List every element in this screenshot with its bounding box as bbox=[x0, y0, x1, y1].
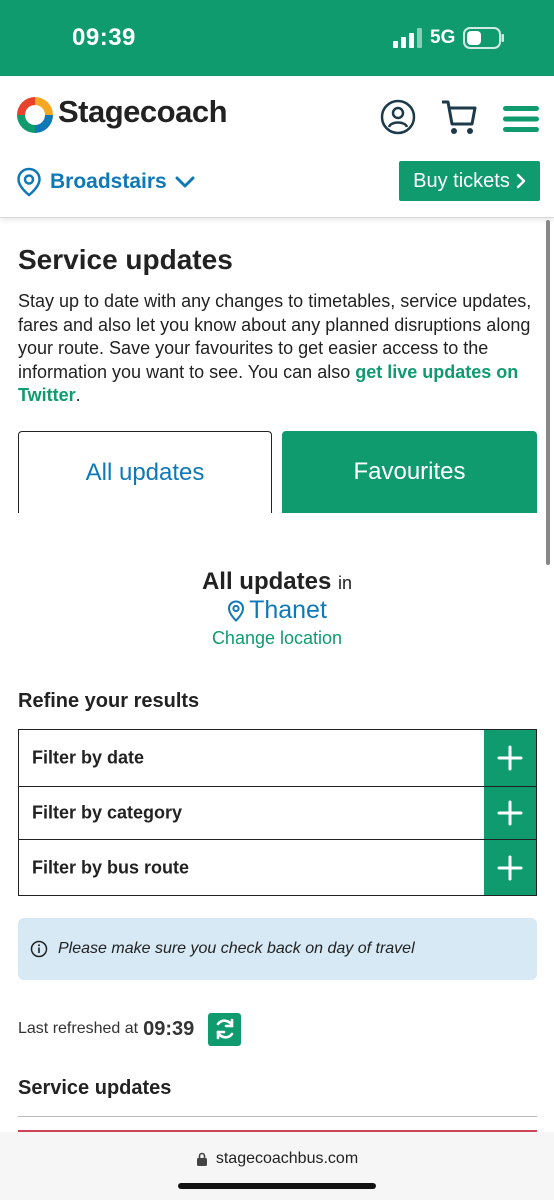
all-updates-heading: All updates in bbox=[0, 568, 554, 596]
intro-text: Stay up to date with any changes to time… bbox=[18, 290, 538, 408]
buy-tickets-label: Buy tickets bbox=[413, 169, 510, 192]
filter-label: Filter by date bbox=[32, 747, 145, 768]
in-label: in bbox=[338, 573, 353, 593]
refresh-icon bbox=[216, 1018, 234, 1040]
info-icon bbox=[30, 940, 48, 958]
notice-text: Please make sure you check back on day o… bbox=[58, 940, 415, 957]
location-selector[interactable]: Broadstairs bbox=[16, 166, 195, 198]
tab-all-updates[interactable]: All updates bbox=[18, 431, 272, 513]
place-name: Thanet bbox=[249, 596, 327, 624]
chevron-down-icon bbox=[175, 176, 195, 188]
url-text: stagecoachbus.com bbox=[215, 1150, 359, 1167]
chevron-right-icon bbox=[516, 173, 526, 189]
section-divider bbox=[18, 1116, 537, 1117]
all-updates-label: All updates bbox=[201, 568, 332, 595]
filter-by-bus-route[interactable]: Filter by bus route bbox=[18, 839, 537, 896]
service-updates-heading: Service updates bbox=[18, 1077, 172, 1099]
menu-icon[interactable] bbox=[503, 106, 539, 132]
current-place: Thanet bbox=[0, 596, 554, 625]
filter-by-date[interactable]: Filter by date bbox=[18, 729, 537, 786]
last-refreshed-time: 09:39 bbox=[143, 1017, 195, 1040]
change-location-link[interactable]: Change location bbox=[0, 628, 554, 649]
site-header: Stagecoach Broadstairs Buy tickets bbox=[0, 76, 554, 218]
filter-by-category[interactable]: Filter by category bbox=[18, 786, 537, 839]
tab-favourites[interactable]: Favourites bbox=[282, 431, 537, 513]
travel-notice: Please make sure you check back on day o… bbox=[18, 918, 537, 980]
brand-name[interactable]: Stagecoach bbox=[58, 94, 228, 130]
filter-label: Filter by bus route bbox=[32, 857, 190, 877]
cart-icon[interactable] bbox=[440, 98, 478, 136]
page-title: Service updates bbox=[18, 244, 233, 275]
expand-date-button[interactable] bbox=[484, 730, 536, 786]
location-label: Broadstairs bbox=[50, 170, 167, 193]
refine-heading: Refine your results bbox=[18, 690, 200, 712]
plus-icon bbox=[497, 800, 523, 826]
home-indicator[interactable] bbox=[178, 1183, 376, 1189]
last-refreshed: Last refreshed at 09:39 bbox=[18, 1012, 242, 1046]
buy-tickets-button[interactable]: Buy tickets bbox=[399, 161, 540, 201]
status-time: 09:39 bbox=[72, 24, 136, 51]
refresh-button[interactable] bbox=[208, 1012, 242, 1046]
url-display[interactable]: stagecoachbus.com bbox=[0, 1150, 554, 1168]
expand-category-button[interactable] bbox=[484, 787, 536, 839]
last-refreshed-label: Last refreshed at bbox=[18, 1020, 139, 1037]
network-label: 5G bbox=[430, 27, 456, 48]
update-tabs: All updates Favourites bbox=[18, 431, 537, 513]
plus-icon bbox=[497, 745, 523, 771]
scrollbar[interactable] bbox=[546, 220, 550, 565]
logo-icon[interactable] bbox=[14, 94, 56, 136]
lock-icon bbox=[196, 1152, 207, 1166]
intro-end: . bbox=[75, 385, 81, 405]
browser-address-bar[interactable]: stagecoachbus.com bbox=[0, 1132, 554, 1200]
filter-label: Filter by category bbox=[32, 802, 183, 823]
battery-icon bbox=[463, 27, 504, 49]
status-bar: 09:39 5G bbox=[0, 0, 554, 76]
location-pin-icon bbox=[228, 599, 245, 622]
location-pin-icon bbox=[17, 167, 41, 197]
signal-icon bbox=[393, 28, 422, 48]
plus-icon bbox=[497, 855, 523, 880]
filter-list: Filter by date Filter by category Filter… bbox=[18, 729, 537, 896]
expand-route-button[interactable] bbox=[484, 840, 536, 895]
account-icon[interactable] bbox=[380, 99, 416, 135]
